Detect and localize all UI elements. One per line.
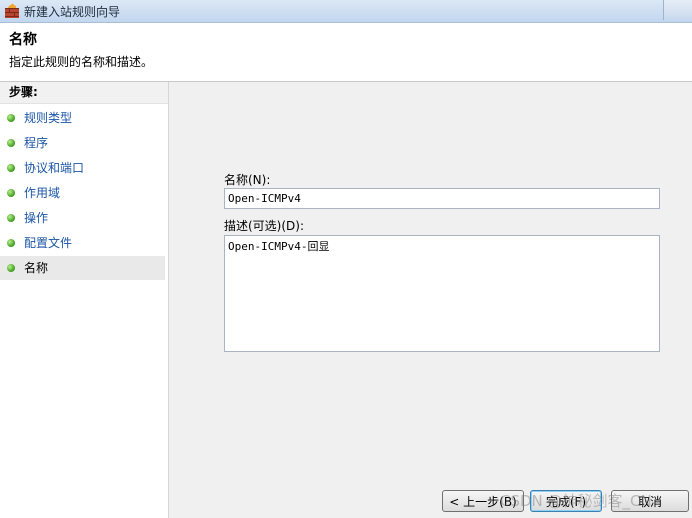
green-dot-icon [7,189,15,197]
page-description: 指定此规则的名称和描述。 [9,55,154,69]
firewall-icon [5,3,19,18]
step-protocol-ports[interactable]: 协议和端口 [0,156,165,180]
step-label: 名称 [24,261,49,275]
step-label: 作用域 [24,186,61,200]
page-title: 名称 [9,32,37,48]
step-label: 规则类型 [24,111,73,125]
main-panel: 名称(N): 描述(可选)(D): Open-ICMPv4-回显 [169,82,692,518]
green-dot-icon [7,264,15,272]
step-profile[interactable]: 配置文件 [0,231,165,255]
step-label: 程序 [24,136,49,150]
window-title: 新建入站规则向导 [24,5,121,19]
step-program[interactable]: 程序 [0,131,165,155]
description-field[interactable]: Open-ICMPv4-回显 [224,235,660,352]
green-dot-icon [7,214,15,222]
name-label: 名称(N): [224,173,271,187]
window-control-button[interactable] [663,0,692,20]
back-button[interactable]: < 上一步(B) [442,490,524,512]
step-label: 操作 [24,211,49,225]
step-rule-type[interactable]: 规则类型 [0,106,165,130]
green-dot-icon [7,139,15,147]
step-label: 配置文件 [24,236,73,250]
step-name[interactable]: 名称 [0,256,165,280]
step-label: 协议和端口 [24,161,85,175]
wizard-header: 名称 指定此规则的名称和描述。 [0,23,692,82]
finish-button[interactable]: 完成(F) [530,490,602,512]
description-label: 描述(可选)(D): [224,219,305,233]
green-dot-icon [7,239,15,247]
title-bar: 新建入站规则向导 [0,0,692,23]
green-dot-icon [7,164,15,172]
cancel-button[interactable]: 取消 [611,490,689,512]
step-scope[interactable]: 作用域 [0,181,165,205]
green-dot-icon [7,114,15,122]
steps-heading: 步骤: [0,82,168,104]
steps-sidebar: 步骤: 规则类型 程序 协议和端口 作用域 操作 配置文件 名称 [0,82,169,518]
name-field[interactable] [224,188,660,209]
step-action[interactable]: 操作 [0,206,165,230]
